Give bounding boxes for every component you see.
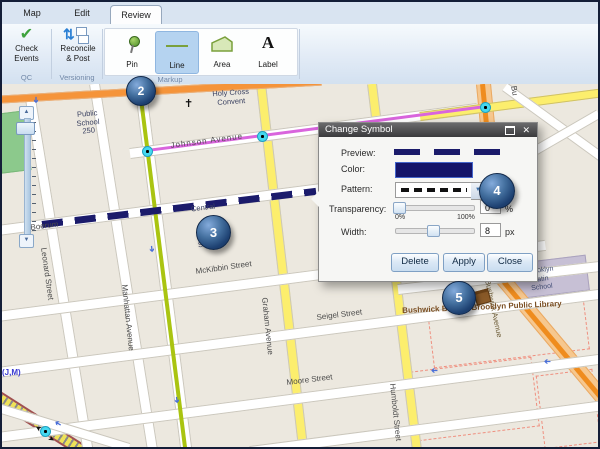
pin-icon: [130, 45, 134, 53]
oneway-arrow-icon: ➔: [431, 366, 438, 374]
transparency-label: Transparency:: [329, 204, 386, 214]
oneway-arrow-icon: ➔: [172, 396, 181, 404]
dialog-title: Change Symbol: [325, 124, 393, 135]
check-events-button[interactable]: ✔ Check Events: [4, 26, 49, 72]
church-cross-icon: ✝: [184, 97, 193, 110]
zoom-slider-ticks: [32, 122, 36, 232]
oneway-arrow-icon: ➔: [147, 245, 156, 253]
group-label-qc: QC: [4, 73, 49, 82]
ribbon-separator: [299, 29, 300, 79]
application-window: Map Edit Review ✔ Check Events QC ⇅ Reco…: [0, 0, 600, 449]
label-public-school: Public School 250: [65, 108, 111, 137]
ribbon-toolbar: ✔ Check Events QC ⇅ Reconcile & Post Ver…: [2, 24, 598, 85]
label-holy-cross: Holy Cross Convent: [204, 87, 257, 108]
area-tool-label: Area: [201, 60, 243, 69]
line-icon: [166, 45, 188, 47]
oneway-arrow-icon: ➔: [544, 357, 551, 365]
width-unit: px: [505, 227, 515, 237]
close-button[interactable]: Close: [487, 253, 533, 272]
width-input[interactable]: 8: [480, 223, 501, 237]
tab-edit[interactable]: Edit: [64, 2, 100, 24]
preview-dash: [434, 149, 460, 155]
apply-button[interactable]: Apply: [443, 253, 485, 272]
vertex-dot[interactable]: [480, 102, 491, 113]
area-tool-button[interactable]: Area: [201, 31, 243, 72]
width-label: Width:: [341, 227, 367, 237]
delete-button[interactable]: Delete: [391, 253, 439, 272]
dialog-callout-pointer: [311, 191, 319, 207]
label-tool-button[interactable]: A Label: [247, 31, 289, 72]
vertex-dot[interactable]: [142, 146, 153, 157]
pin-tool-label: Pin: [111, 60, 153, 69]
tab-map[interactable]: Map: [14, 2, 50, 24]
preview-dash: [394, 149, 420, 155]
transparency-min-label: 0%: [395, 214, 405, 221]
dialog-title-bar[interactable]: Change Symbol ✕: [319, 123, 537, 137]
transparency-max-label: 100%: [457, 214, 475, 221]
width-slider-thumb[interactable]: [427, 225, 440, 237]
pattern-dropdown[interactable]: [395, 182, 473, 198]
transparency-slider-track[interactable]: [395, 205, 475, 211]
label-subway-jm: (J,M): [2, 368, 21, 377]
color-swatch[interactable]: [395, 162, 473, 178]
pattern-label: Pattern:: [341, 184, 373, 194]
close-icon[interactable]: ✕: [522, 123, 530, 137]
zoom-slider-thumb[interactable]: [16, 122, 35, 135]
step-badge-5: 5: [442, 281, 476, 315]
preview-label: Preview:: [341, 148, 376, 158]
vertex-dot[interactable]: [257, 131, 268, 142]
label-bu-partial: Bu: [509, 85, 520, 96]
label-tool-label: Label: [247, 60, 289, 69]
zoom-slider-track[interactable]: [24, 118, 31, 238]
reconcile-post-label: Reconcile & Post: [54, 44, 102, 63]
transparency-slider-thumb[interactable]: [393, 202, 406, 214]
line-tool-button-selected[interactable]: Line: [155, 31, 199, 74]
reconcile-icon: ⇅: [54, 26, 102, 44]
step-badge-4: 4: [479, 173, 515, 209]
tab-review[interactable]: Review: [110, 5, 162, 25]
zoom-out-button[interactable]: ▼: [19, 234, 34, 248]
preview-dash: [474, 149, 500, 155]
label-a-icon: A: [247, 33, 289, 53]
street-orange-top: [2, 84, 322, 104]
pin-tool-button[interactable]: Pin: [111, 31, 153, 72]
step-badge-2: 2: [126, 76, 156, 106]
group-label-versioning: Versioning: [52, 73, 102, 82]
reconcile-post-button[interactable]: ⇅ Reconcile & Post: [54, 26, 102, 72]
check-events-label: Check Events: [4, 44, 49, 63]
markup-tool-panel: Pin Line Area A Label: [104, 28, 298, 76]
color-label: Color:: [341, 164, 365, 174]
ribbon-tab-strip: Map Edit Review: [2, 2, 598, 25]
ribbon-separator: [102, 29, 103, 79]
step-badge-3: 3: [196, 215, 231, 250]
label-central: Central: [191, 203, 216, 214]
ribbon-separator: [51, 29, 52, 79]
check-icon: ✔: [4, 26, 49, 44]
oneway-arrow-icon: ➔: [31, 97, 39, 104]
maximize-icon[interactable]: [505, 126, 515, 135]
label-graham: Graham Avenue: [260, 297, 275, 355]
area-icon: [210, 36, 234, 53]
pattern-dash-sample: [401, 188, 467, 192]
line-tool-label: Line: [156, 61, 198, 70]
label-mckibbin: McKibbin Street: [195, 259, 252, 276]
